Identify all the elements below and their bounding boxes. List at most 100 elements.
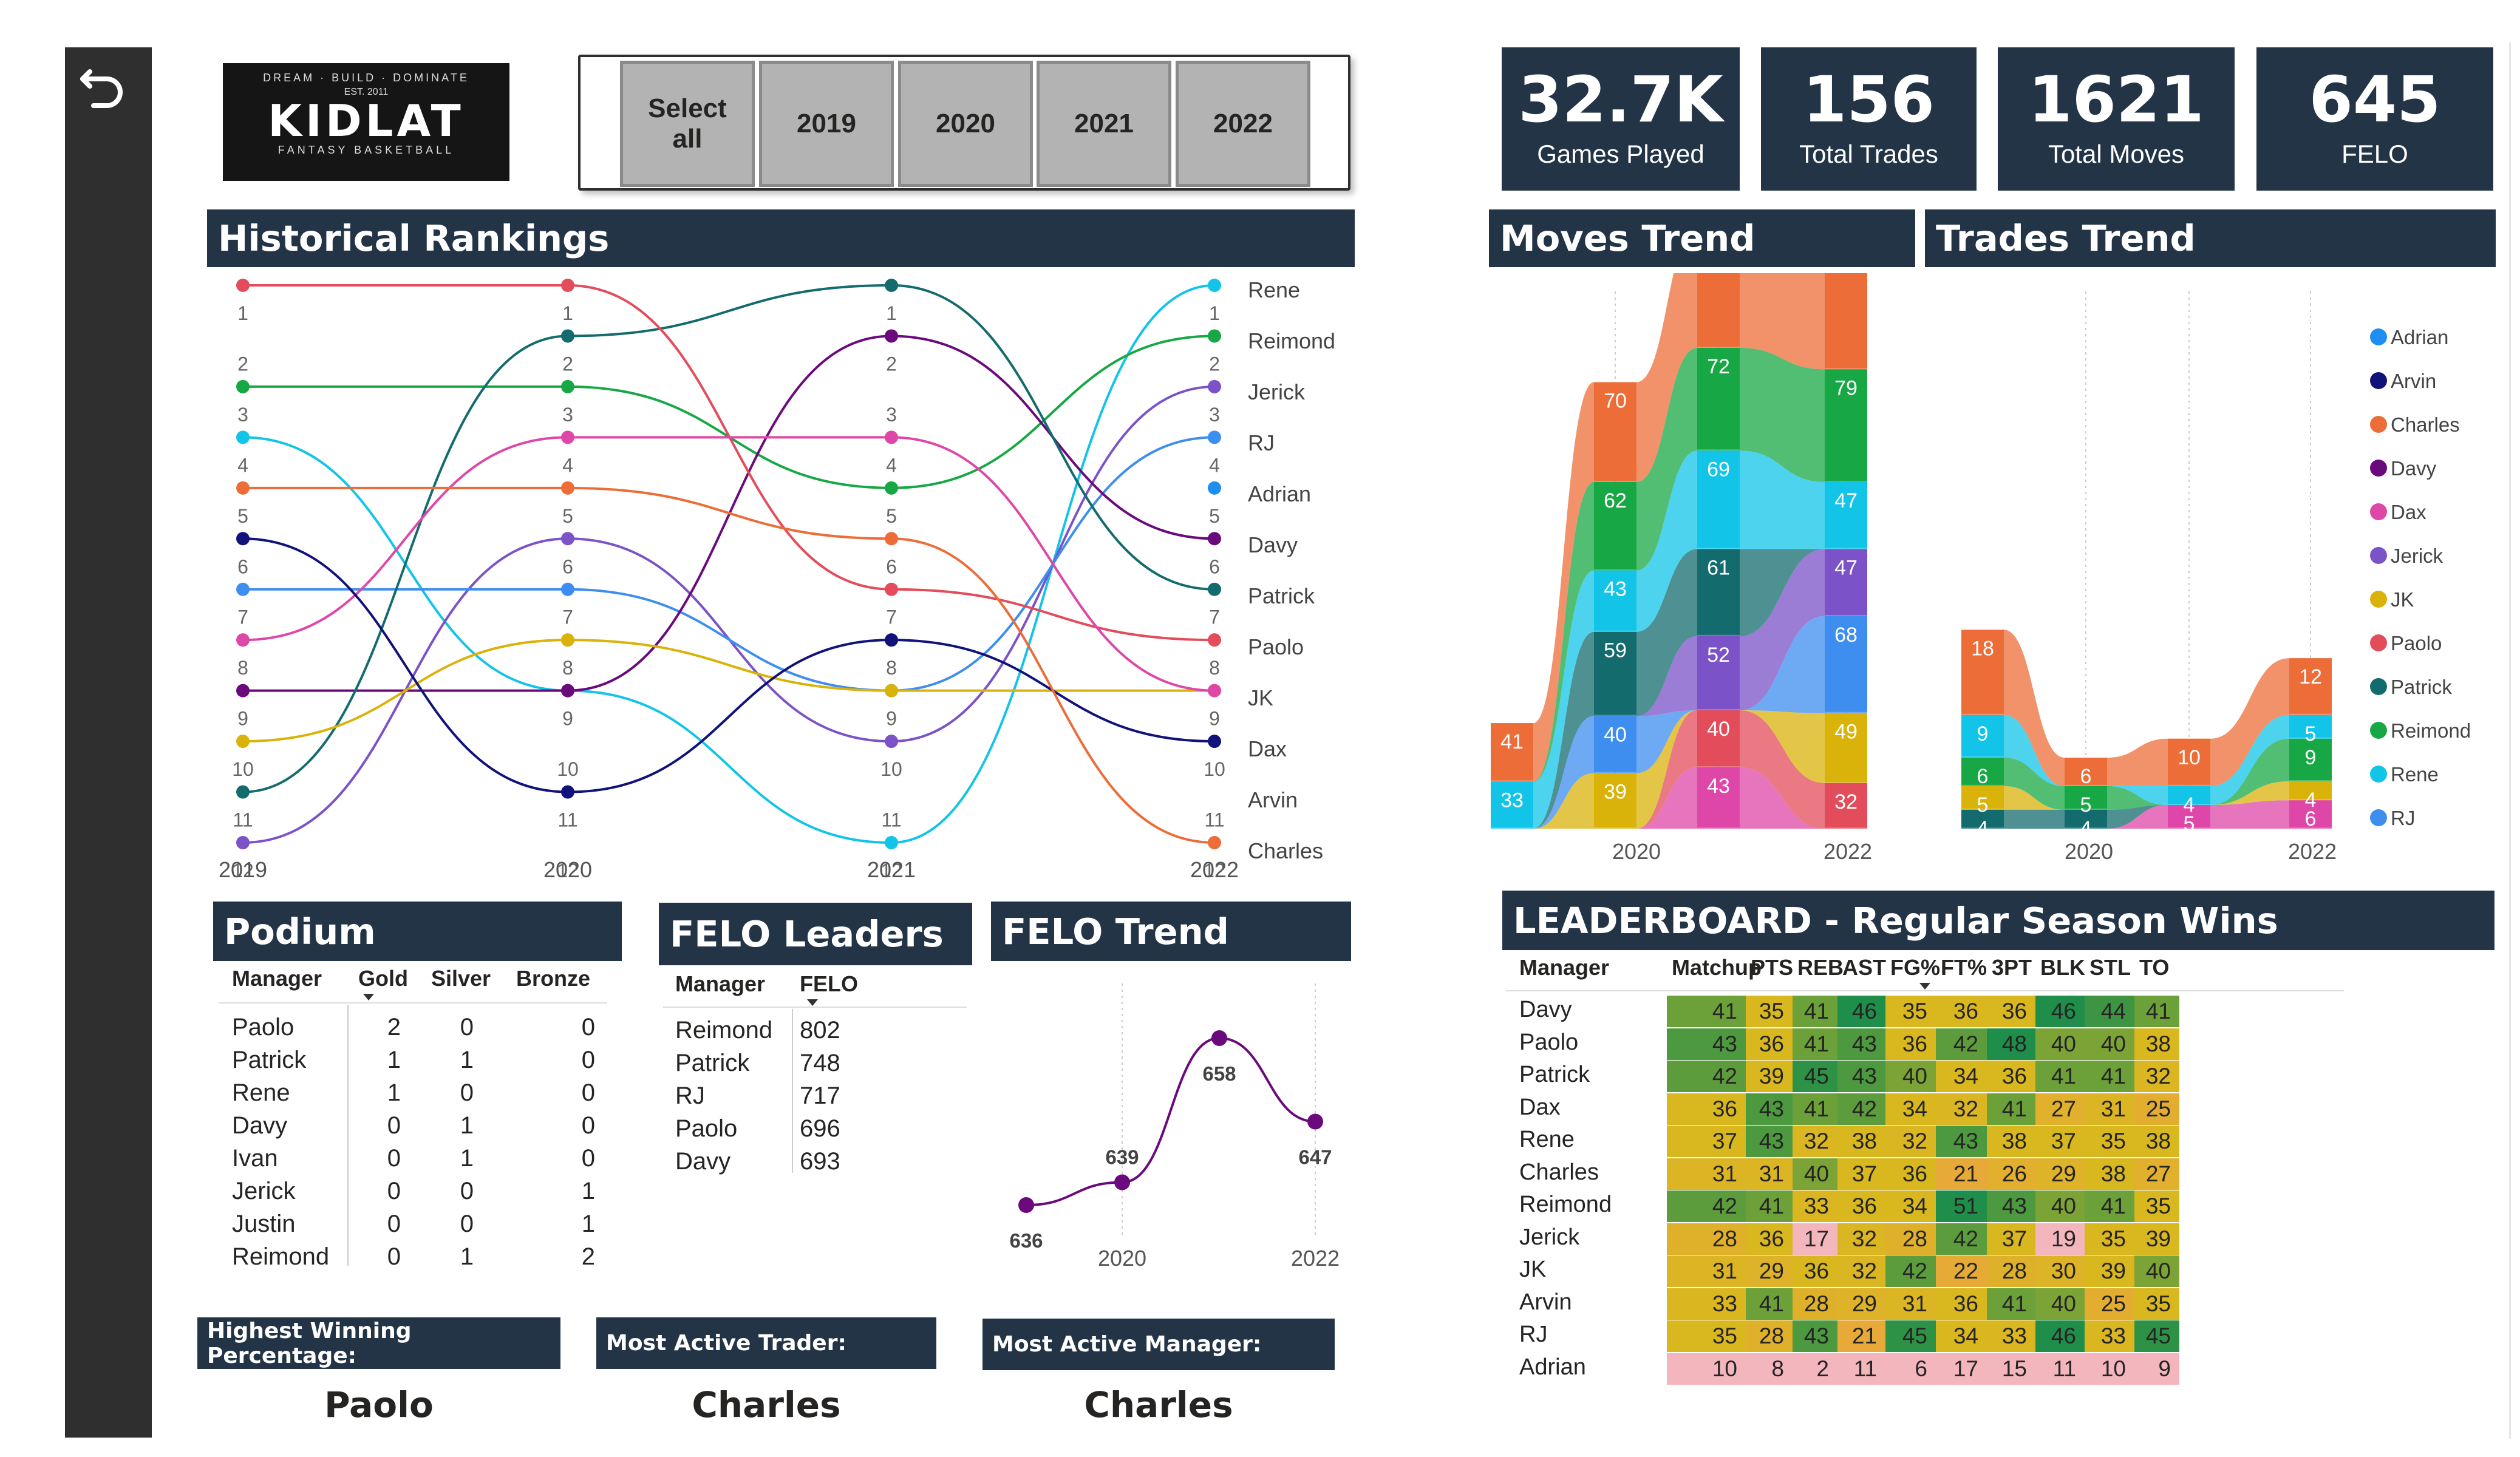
podium-manager: Rene	[232, 1079, 290, 1106]
slicer-select-all[interactable]: Select all	[620, 61, 755, 187]
flow-value-label: 62	[1604, 489, 1627, 512]
rank-point-charles	[236, 481, 250, 495]
slicer-2019[interactable]: 2019	[759, 61, 894, 187]
felo-leaders-table: Manager FELO Reimond 802 Patrick 748 RJ 717 Paol…	[663, 965, 967, 1184]
rank-label: 2	[237, 353, 248, 375]
rank-point-arvin	[236, 532, 250, 546]
leaderboard-cell: 43	[1793, 1320, 1837, 1352]
leaderboard-header-3pt[interactable]: 3PT	[1992, 955, 2032, 980]
back-arrow-icon[interactable]	[72, 53, 132, 114]
leaderboard-cell: 19	[2035, 1223, 2085, 1255]
header-underline	[219, 1002, 607, 1004]
flow-value-label: 32	[1834, 790, 1858, 813]
rank-label: 2	[886, 353, 897, 375]
leaderboard-manager: Patrick	[1519, 1062, 1590, 1087]
leaderboard-header-matchup[interactable]: Matchup	[1672, 955, 1762, 980]
leaderboard-cell: 31	[2085, 1093, 2134, 1125]
podium-header-gold[interactable]: Gold	[358, 966, 408, 991]
flow-value-label: 41	[1500, 730, 1524, 753]
kpi-label: Total Moves	[2048, 140, 2185, 168]
kpi-value: 156	[1802, 63, 1935, 137]
rank-point-paolo	[1208, 633, 1221, 647]
x-tick-label: 2022	[1291, 1246, 1340, 1271]
rank-point-reimond	[561, 379, 574, 393]
leaderboard-cell: 39	[2134, 1223, 2179, 1255]
leaderboard-cell: 10	[1667, 1353, 1746, 1385]
kidlat-logo: DREAM · BUILD · DOMINATE EST. 2011 KIDLA…	[223, 63, 509, 181]
rank-point-patrick	[236, 785, 250, 799]
leaderboard-title: LEADERBOARD - Regular Season Wins	[1502, 891, 2494, 950]
flow-value-label: 68	[1834, 623, 1858, 647]
leaderboard-cell: 27	[2035, 1093, 2085, 1125]
leaderboard-cell: 34	[1936, 1320, 1987, 1352]
legend-label: Charles	[2391, 413, 2460, 436]
podium-header-silver[interactable]: Silver	[431, 966, 491, 991]
rank-label: 5	[562, 505, 573, 527]
rank-point-charles	[885, 532, 898, 546]
legend-marker	[2370, 722, 2387, 739]
leaderboard-header-pts[interactable]: PTS	[1751, 955, 1793, 980]
flow-value-label: 4	[2184, 793, 2195, 817]
rank-end-label: JK	[1248, 685, 1273, 710]
leaderboard-cell: 21	[1837, 1320, 1885, 1352]
x-tick-label: 2019	[219, 857, 267, 882]
leaderboard-cell: 48	[1987, 1028, 2035, 1060]
felo-value: 748	[800, 1050, 840, 1076]
rank-label: 3	[1209, 404, 1220, 426]
felo-value: 696	[800, 1115, 840, 1142]
leaderboard-header-reb[interactable]: REB	[1797, 955, 1844, 980]
leaderboard-cell: 41	[1793, 1028, 1837, 1060]
rank-point-reimond	[236, 379, 250, 393]
slicer-2021[interactable]: 2021	[1037, 61, 1171, 187]
leaderboard-cell: 38	[1837, 1126, 1885, 1157]
rank-label: 3	[886, 404, 897, 426]
rank-end-label: Adrian	[1248, 481, 1311, 506]
rank-label: 6	[886, 555, 897, 577]
rank-end-label: Paolo	[1248, 634, 1304, 659]
felo-header-felo[interactable]: FELO	[800, 971, 858, 997]
felo-header-manager[interactable]: Manager	[675, 971, 765, 997]
rank-label: 9	[1209, 708, 1220, 730]
leaderboard-header-blk[interactable]: BLK	[2040, 955, 2085, 980]
leaderboard-cell: 42	[1837, 1093, 1885, 1125]
logo-tagline-top: DREAM · BUILD · DOMINATE	[263, 72, 469, 84]
podium-manager: Reimond	[232, 1243, 330, 1270]
leaderboard-cell: 40	[2134, 1255, 2179, 1287]
leaderboard-manager: Adrian	[1519, 1354, 1586, 1380]
kpi-games-played: 32.7K Games Played	[1502, 47, 1740, 191]
flow-value-label: 70	[1604, 389, 1627, 412]
leaderboard-cell: 32	[1936, 1093, 1987, 1125]
leaderboard-cell: 32	[1793, 1126, 1837, 1157]
leaderboard-cell: 44	[2085, 996, 2134, 1027]
leaderboard-cell: 21	[1936, 1158, 1987, 1190]
slicer-2022[interactable]: 2022	[1176, 61, 1310, 187]
felo-trend-chart: 636 639 658 647 2020 2022	[1009, 983, 1340, 1271]
leaderboard-header-fg-pct[interactable]: FG%	[1890, 955, 1940, 980]
leaderboard-header-manager[interactable]: Manager	[1519, 955, 1609, 980]
leaderboard-cell: 37	[1987, 1223, 2035, 1255]
leaderboard-cell: 31	[1667, 1255, 1746, 1287]
podium-header-bronze[interactable]: Bronze	[516, 966, 590, 991]
leaderboard-cell: 31	[1746, 1158, 1793, 1190]
flow-value-label: 9	[2305, 746, 2317, 769]
leaderboard-cell: 35	[2134, 1190, 2179, 1222]
rank-label: 9	[237, 708, 248, 730]
podium-header-manager[interactable]: Manager	[232, 966, 322, 991]
rank-label: 3	[562, 404, 573, 426]
slicer-2020[interactable]: 2020	[898, 61, 1033, 187]
leaderboard-cell: 41	[1793, 1093, 1837, 1125]
felo-manager: Reimond	[675, 1017, 773, 1044]
leaderboard-header-ast[interactable]: AST	[1842, 955, 1886, 980]
legend-label: RJ	[2391, 807, 2415, 829]
leaderboard-cell: 36	[1987, 1061, 2035, 1092]
leaderboard-header-to[interactable]: TO	[2139, 955, 2169, 980]
leaderboard-header-stl[interactable]: STL	[2089, 955, 2131, 980]
moves-trend-chart: 43 40 32 39 49 40 68 52 47 59 61 33 43 69 47 62 72 79 41 70…	[1491, 273, 1872, 864]
leaderboard-cell: 27	[2134, 1158, 2179, 1190]
rank-label: 6	[237, 555, 248, 577]
flow-value-label: 52	[1707, 644, 1730, 667]
leaderboard-header-ft-pct[interactable]: FT%	[1941, 955, 1987, 980]
rank-point-dax	[885, 430, 898, 444]
leaderboard-cell: 34	[1885, 1190, 1936, 1222]
podium-count: 0	[581, 1145, 595, 1172]
